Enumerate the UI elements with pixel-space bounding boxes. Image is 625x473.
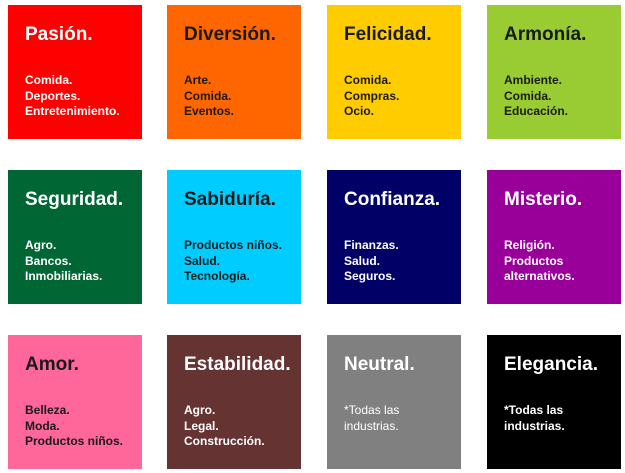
tile-title: Amor. bbox=[25, 354, 79, 375]
tile-items: Finanzas. Salud. Seguros. bbox=[344, 238, 451, 285]
tile-item: Compras. bbox=[344, 88, 400, 103]
tile-item: Bancos. bbox=[25, 253, 72, 268]
tile-item: Finanzas. bbox=[344, 238, 399, 252]
tile-item: Moda. bbox=[25, 418, 60, 433]
tile-item: Seguros. bbox=[344, 269, 396, 283]
tile-item: Comida. bbox=[504, 88, 552, 103]
tile-items: Belleza. Moda. Productos niños. bbox=[25, 403, 132, 450]
tile-items: Productos niños. Salud. Tecnología. bbox=[184, 238, 291, 285]
tile-items: Comida. Deportes. Entretenimiento. bbox=[25, 73, 132, 120]
tile-item: Entretenimiento. bbox=[25, 104, 120, 118]
tile-item: Ambiente. bbox=[504, 73, 563, 87]
tile-items: Arte. Comida. Eventos. bbox=[184, 73, 291, 120]
tile-item: Deportes. bbox=[25, 88, 81, 103]
tile-items: *Todas las industrias. bbox=[504, 403, 611, 434]
tile-items: Religión. Productos alternativos. bbox=[504, 238, 611, 285]
tile-confianza: Confianza. Finanzas. Salud. Seguros. bbox=[327, 170, 461, 304]
tile-item: Eventos. bbox=[184, 104, 235, 118]
tile-title: Confianza. bbox=[344, 189, 441, 210]
tile-item: *Todas las industrias. bbox=[344, 403, 400, 433]
tile-title: Misterio. bbox=[504, 189, 583, 210]
tile-title: Elegancia. bbox=[504, 354, 598, 375]
tile-item: Comida. bbox=[25, 73, 73, 87]
tile-felicidad: Felicidad. Comida. Compras. Ocio. bbox=[327, 5, 461, 139]
tile-title: Felicidad. bbox=[344, 24, 432, 45]
tile-items: *Todas las industrias. bbox=[344, 403, 451, 434]
tile-amor: Amor. Belleza. Moda. Productos niños. bbox=[8, 335, 142, 469]
tile-item: Salud. bbox=[184, 253, 221, 268]
tile-item: Tecnología. bbox=[184, 269, 250, 283]
tile-item: Comida. bbox=[184, 88, 232, 103]
tile-title: Estabilidad. bbox=[184, 354, 291, 375]
tile-item: Comida. bbox=[344, 73, 392, 87]
tile-item: Productos niños. bbox=[25, 434, 124, 448]
color-psychology-grid: Pasión. Comida. Deportes. Entretenimient… bbox=[8, 5, 621, 469]
tile-item: Construcción. bbox=[184, 434, 265, 448]
tile-diversion: Diversión. Arte. Comida. Eventos. bbox=[167, 5, 301, 139]
tile-item: *Todas las industrias. bbox=[504, 403, 565, 433]
tile-elegancia: Elegancia. *Todas las industrias. bbox=[487, 335, 621, 469]
tile-pasion: Pasión. Comida. Deportes. Entretenimient… bbox=[8, 5, 142, 139]
tile-estabilidad: Estabilidad. Agro. Legal. Construcción. bbox=[167, 335, 301, 469]
tile-item: Productos alternativos. bbox=[504, 253, 575, 284]
tile-items: Comida. Compras. Ocio. bbox=[344, 73, 451, 120]
tile-armonia: Armonía. Ambiente. Comida. Educación. bbox=[487, 5, 621, 139]
tile-neutral: Neutral. *Todas las industrias. bbox=[327, 335, 461, 469]
tile-item: Legal. bbox=[184, 418, 219, 433]
tile-title: Seguridad. bbox=[25, 189, 124, 210]
tile-title: Diversión. bbox=[184, 24, 276, 45]
tile-seguridad: Seguridad. Agro. Bancos. Inmobiliarias. bbox=[8, 170, 142, 304]
tile-item: Inmobiliarias. bbox=[25, 269, 103, 283]
tile-item: Productos niños. bbox=[184, 238, 283, 252]
tile-title: Armonía. bbox=[504, 24, 587, 45]
tile-misterio: Misterio. Religión. Productos alternativ… bbox=[487, 170, 621, 304]
tile-item: Agro. bbox=[184, 403, 216, 417]
tile-title: Pasión. bbox=[25, 24, 93, 45]
tile-items: Ambiente. Comida. Educación. bbox=[504, 73, 611, 120]
tile-item: Arte. bbox=[184, 73, 212, 87]
tile-item: Educación. bbox=[504, 104, 569, 118]
tile-item: Religión. bbox=[504, 238, 555, 252]
tile-sabiduria: Sabiduría. Productos niños. Salud. Tecno… bbox=[167, 170, 301, 304]
tile-title: Neutral. bbox=[344, 354, 415, 375]
tile-item: Belleza. bbox=[25, 403, 70, 417]
tile-items: Agro. Legal. Construcción. bbox=[184, 403, 291, 450]
tile-item: Agro. bbox=[25, 238, 57, 252]
tile-item: Ocio. bbox=[344, 104, 375, 118]
tile-title: Sabiduría. bbox=[184, 189, 276, 210]
tile-items: Agro. Bancos. Inmobiliarias. bbox=[25, 238, 132, 285]
tile-item: Salud. bbox=[344, 253, 381, 268]
